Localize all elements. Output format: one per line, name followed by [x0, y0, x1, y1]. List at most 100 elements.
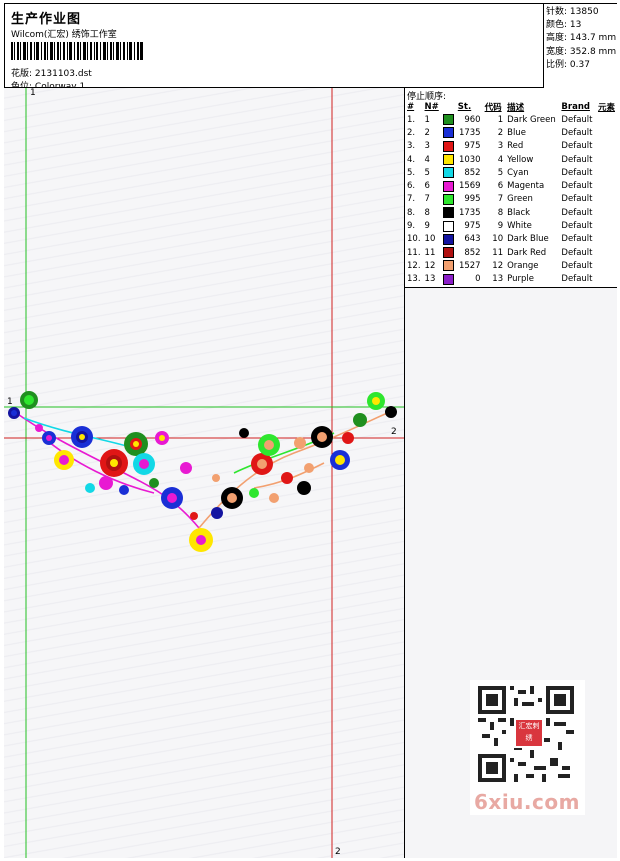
row-index: 8.: [407, 207, 416, 218]
row-brand: Default: [561, 207, 593, 218]
col-header-number: N#: [424, 101, 439, 112]
color-swatch-cell: [441, 113, 456, 126]
row-number: 12: [424, 260, 436, 271]
row-brand: Default: [561, 167, 593, 178]
table-row: 13. 13 0 13 Purple Default: [405, 273, 617, 286]
table-row: 8. 8 1735 8 Black Default: [405, 206, 617, 219]
row-index: 11.: [407, 247, 421, 258]
color-swatch-cell: [441, 219, 456, 232]
row-index: 4.: [407, 154, 416, 165]
row-number: 6: [424, 181, 430, 192]
col-header-stitches: St.: [457, 101, 472, 112]
file-info: 花版: 2131103.dst: [11, 66, 92, 79]
table-row: 7. 7 995 7 Green Default: [405, 193, 617, 206]
color-swatch-cell: [441, 259, 456, 272]
row-code: 9: [497, 221, 504, 232]
row-number: 10: [424, 234, 436, 245]
row-index: 6.: [407, 181, 416, 192]
row-number: 8: [424, 207, 430, 218]
color-swatch-cell: [441, 179, 456, 192]
row-number: 9: [424, 221, 430, 232]
row-number: 3: [424, 141, 430, 152]
row-index: 3.: [407, 141, 416, 152]
row-stitches: 852: [464, 247, 481, 258]
row-index: 13.: [407, 274, 421, 285]
row-brand: Default: [561, 247, 593, 258]
row-element: [596, 273, 617, 286]
color-swatch-cell: [441, 246, 456, 259]
file-label: 花版:: [11, 69, 33, 79]
row-element: [596, 206, 617, 219]
design-preview: 1 2 1 2: [4, 88, 405, 858]
row-element: [596, 179, 617, 192]
row-stitches: 975: [464, 141, 481, 152]
table-row: 5. 5 852 5 Cyan Default: [405, 166, 617, 179]
col-header-swatch: [441, 100, 456, 113]
row-element: [596, 113, 617, 126]
color-swatch-cell: [441, 206, 456, 219]
stat-scale: 比例: 0.37: [546, 59, 590, 70]
color-swatch: [442, 114, 454, 126]
stop-sequence-panel: 停止顺序: # N# St. 代码 描述 Brand 元素 1. 1 960 1 Dar…: [405, 88, 617, 288]
guide-label-horizontal-1: 1: [7, 397, 13, 407]
color-swatch-cell: [441, 166, 456, 179]
row-element: [596, 246, 617, 259]
seal-stamp: 汇宏刺绣: [514, 718, 544, 748]
col-header-brand: Brand: [561, 101, 590, 112]
row-element: [596, 166, 617, 179]
row-code: 8: [497, 207, 504, 218]
color-swatch: [442, 180, 454, 192]
row-number: 7: [424, 194, 430, 205]
row-stitches: 1735: [458, 207, 481, 218]
row-brand: Default: [561, 114, 593, 125]
color-swatch: [442, 154, 454, 166]
page-title: 生产作业图: [11, 12, 82, 27]
row-code: 5: [497, 167, 504, 178]
row-brand: Default: [561, 181, 593, 192]
color-swatch-cell: [441, 273, 456, 286]
row-stitches: 960: [464, 114, 481, 125]
embroidery-canvas: [4, 88, 404, 858]
row-code: 1: [497, 114, 504, 125]
color-swatch-cell: [441, 193, 456, 206]
color-swatch: [442, 167, 454, 179]
guide-label-vertical-2: 2: [335, 847, 341, 857]
stop-sequence-table: # N# St. 代码 描述 Brand 元素 1. 1 960 1 Dark Gree…: [405, 100, 617, 286]
row-stitches: 1030: [458, 154, 481, 165]
row-code: 2: [497, 127, 504, 138]
row-index: 9.: [407, 221, 416, 232]
row-number: 5: [424, 167, 430, 178]
table-row: 10. 10 643 10 Dark Blue Default: [405, 233, 617, 246]
row-index: 10.: [407, 234, 421, 245]
site-watermark: 6xiu.com: [474, 790, 580, 814]
color-swatch: [442, 273, 454, 285]
color-swatch: [442, 220, 454, 232]
row-element: [596, 153, 617, 166]
color-swatch: [442, 207, 454, 219]
row-stitches: 643: [464, 234, 481, 245]
row-description: Magenta: [507, 181, 545, 192]
row-brand: Default: [561, 141, 593, 152]
table-row: 3. 3 975 3 Red Default: [405, 140, 617, 153]
table-row: 6. 6 1569 6 Magenta Default: [405, 179, 617, 192]
row-index: 7.: [407, 194, 416, 205]
row-stitches: 1527: [458, 260, 481, 271]
row-code: 12: [492, 260, 504, 271]
guide-label-horizontal-2: 2: [391, 427, 397, 437]
row-stitches: 995: [464, 194, 481, 205]
row-stitches: 1735: [458, 127, 481, 138]
color-swatch: [442, 260, 454, 272]
row-element: [596, 259, 617, 272]
row-code: 11: [492, 247, 504, 258]
table-row: 12. 12 1527 12 Orange Default: [405, 259, 617, 272]
table-header-row: # N# St. 代码 描述 Brand 元素: [405, 100, 617, 113]
col-header-element: 元素: [597, 102, 615, 113]
color-swatch: [442, 193, 454, 205]
row-brand: Default: [561, 194, 593, 205]
row-element: [596, 193, 617, 206]
row-description: Dark Blue: [507, 234, 549, 245]
worksheet-header: 生产作业图 Wilcom(汇宏) 绣饰工作室 花版: 2131103.dst 色…: [4, 3, 617, 92]
row-code: 10: [492, 234, 504, 245]
row-brand: Default: [561, 234, 593, 245]
row-code: 3: [497, 141, 504, 152]
